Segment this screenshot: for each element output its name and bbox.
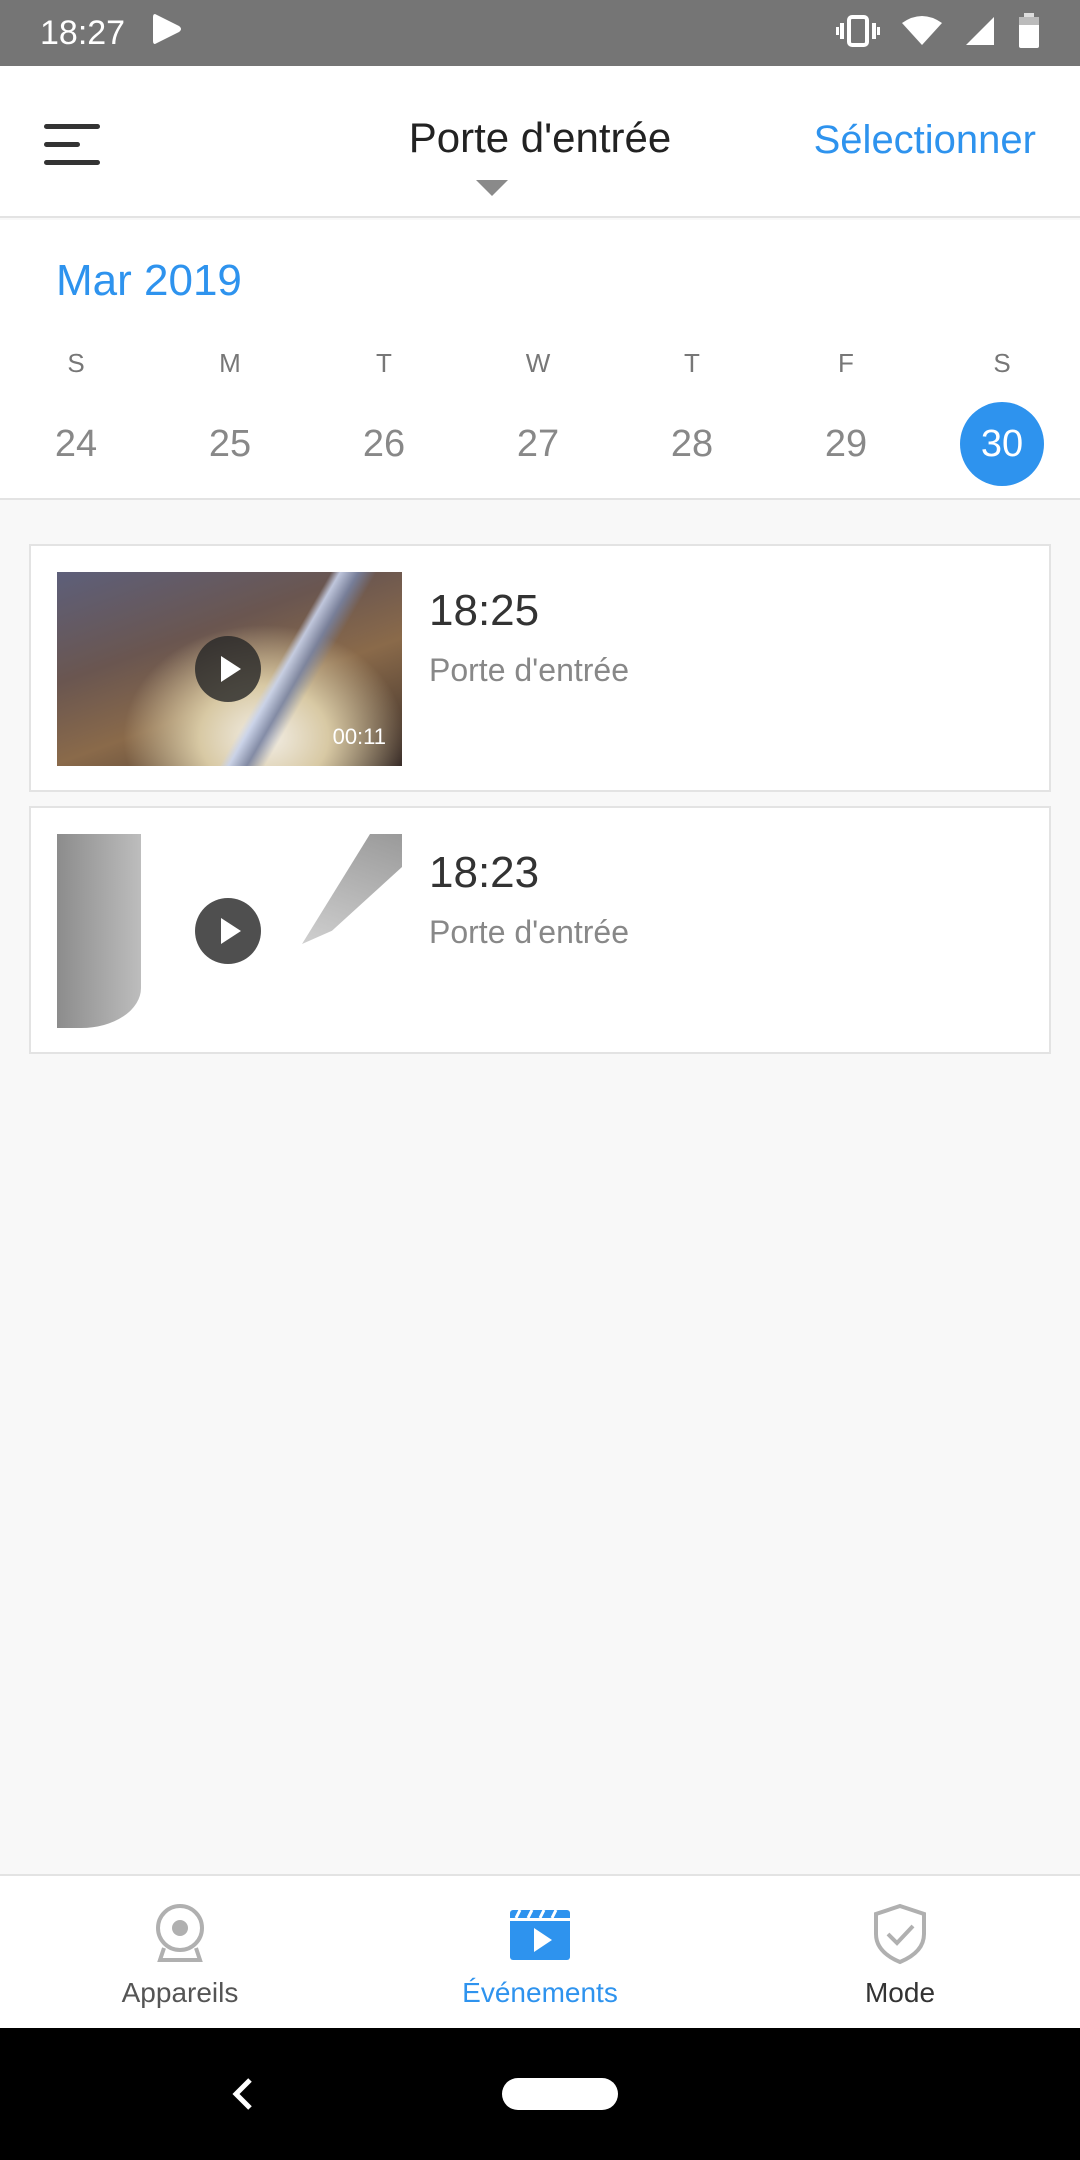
status-time: 18:27 bbox=[40, 13, 126, 52]
event-card[interactable]: 00:11 18:25 Porte d'entrée bbox=[29, 544, 1051, 792]
event-thumbnail[interactable]: 00:11 bbox=[57, 572, 402, 766]
day-letter: F bbox=[838, 348, 854, 378]
event-time: 18:25 bbox=[429, 586, 540, 635]
camera-icon bbox=[150, 1904, 210, 1970]
bottom-nav: Appareils Événements Mode bbox=[0, 1874, 1080, 2028]
event-card[interactable]: 18:23 Porte d'entrée bbox=[29, 806, 1051, 1054]
day-number[interactable]: 25 bbox=[188, 402, 272, 486]
events-video-icon bbox=[508, 1909, 572, 1970]
nav-label: Événements bbox=[462, 1977, 618, 2008]
day-number[interactable]: 27 bbox=[496, 402, 580, 486]
calendar-day[interactable]: M 25 bbox=[180, 348, 280, 486]
back-icon[interactable] bbox=[222, 2072, 266, 2116]
event-source: Porte d'entrée bbox=[429, 652, 630, 688]
play-icon[interactable] bbox=[195, 636, 261, 702]
day-number[interactable]: 24 bbox=[34, 402, 118, 486]
event-time: 18:23 bbox=[429, 848, 540, 897]
nav-item-appareils[interactable]: Appareils bbox=[50, 1902, 310, 2009]
shield-check-icon bbox=[870, 1903, 930, 1970]
app-bar: Porte d'entrée Sélectionner bbox=[0, 66, 1080, 218]
day-letter: S bbox=[67, 348, 85, 378]
calendar-day[interactable]: W 27 bbox=[488, 348, 588, 486]
wifi-icon bbox=[902, 15, 942, 52]
nav-item-mode[interactable]: Mode bbox=[770, 1902, 1030, 2009]
play-store-icon bbox=[149, 10, 187, 57]
week-calendar: Mar 2019 S 24 M 25 T 26 W 27 T 28 F 29 S… bbox=[0, 220, 1080, 500]
nav-label: Mode bbox=[864, 1977, 936, 2008]
day-number[interactable]: 28 bbox=[650, 402, 734, 486]
thumbnail-shape bbox=[302, 834, 402, 944]
home-button[interactable] bbox=[502, 2078, 618, 2110]
day-letter: T bbox=[684, 348, 700, 378]
calendar-day[interactable]: F 29 bbox=[796, 348, 896, 486]
nav-item-evenements[interactable]: Événements bbox=[410, 1902, 670, 2009]
day-letter: S bbox=[993, 348, 1011, 378]
play-icon[interactable] bbox=[195, 898, 261, 964]
day-letter: T bbox=[376, 348, 392, 378]
calendar-day[interactable]: T 28 bbox=[642, 348, 742, 486]
video-duration: 00:11 bbox=[332, 724, 386, 749]
month-label[interactable]: Mar 2019 bbox=[56, 256, 242, 306]
battery-icon bbox=[1018, 12, 1040, 54]
cell-signal-icon bbox=[964, 15, 996, 52]
system-nav-bar bbox=[0, 2028, 1080, 2160]
thumbnail-shape bbox=[57, 834, 141, 1028]
vibrate-icon bbox=[836, 14, 880, 53]
select-button[interactable]: Sélectionner bbox=[814, 118, 1036, 163]
event-source: Porte d'entrée bbox=[429, 914, 630, 950]
status-bar: 18:27 bbox=[0, 0, 1080, 66]
day-letter: W bbox=[525, 348, 551, 378]
event-thumbnail[interactable] bbox=[57, 834, 402, 1028]
calendar-day[interactable]: S 24 bbox=[26, 348, 126, 486]
calendar-day[interactable]: S 30 bbox=[952, 348, 1052, 486]
calendar-day[interactable]: T 26 bbox=[334, 348, 434, 486]
day-number[interactable]: 26 bbox=[342, 402, 426, 486]
day-number-selected[interactable]: 30 bbox=[960, 402, 1044, 486]
day-letter: M bbox=[219, 348, 241, 378]
nav-label: Appareils bbox=[121, 1977, 239, 2008]
day-number[interactable]: 29 bbox=[804, 402, 888, 486]
chevron-down-icon[interactable] bbox=[476, 180, 508, 196]
